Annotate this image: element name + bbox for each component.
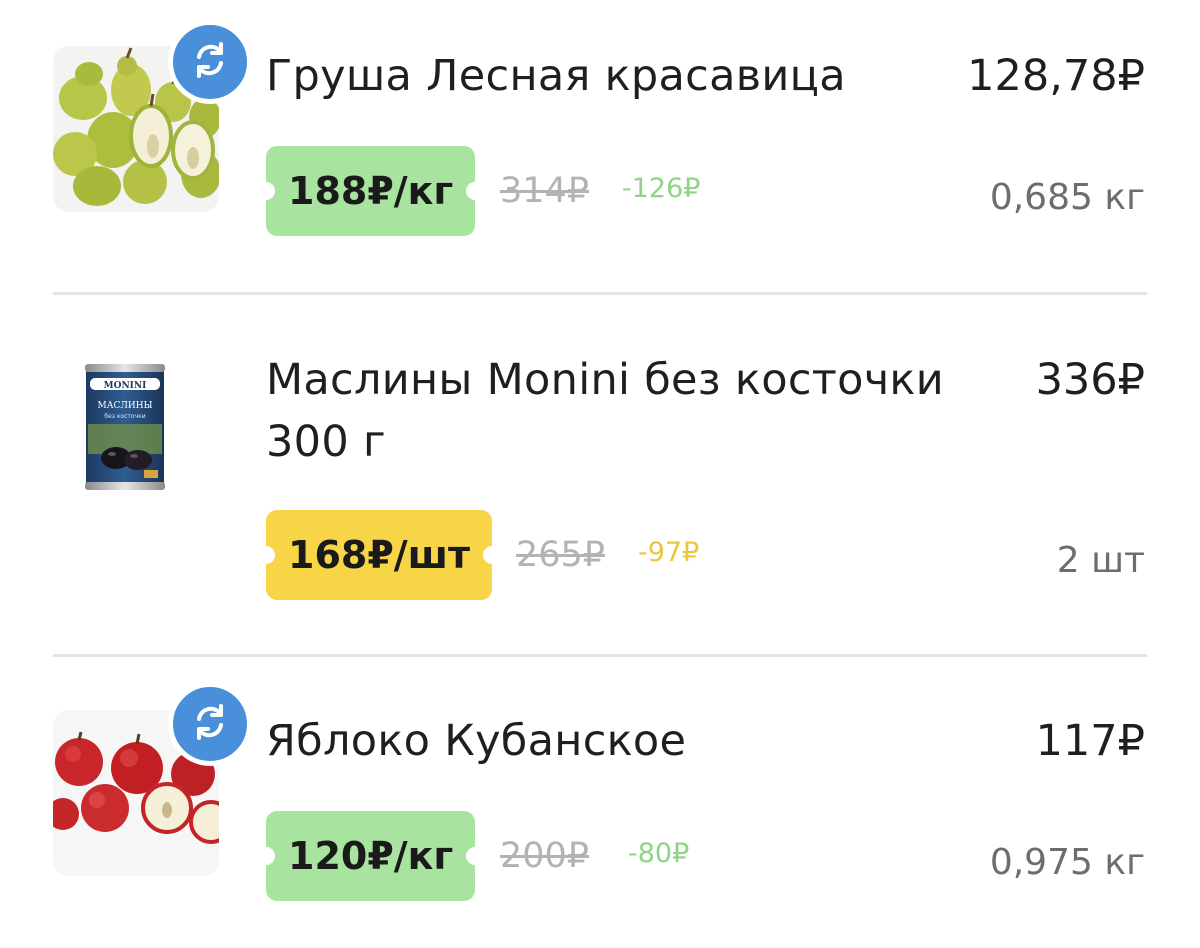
item-quantity: 0,975 кг — [989, 842, 1145, 883]
old-price: 265₽ — [516, 535, 606, 575]
item-quantity: 2 шт — [1056, 540, 1145, 581]
divider — [53, 654, 1147, 657]
item-total-price: 336₽ — [1035, 355, 1145, 405]
replacement-badge[interactable] — [168, 682, 252, 766]
replacement-badge[interactable] — [168, 20, 252, 104]
discount-amount: -80₽ — [628, 838, 690, 869]
swap-arrows-icon — [190, 702, 230, 746]
price-tag: 168₽/шт — [256, 510, 502, 600]
can-label-text: МАСЛИНЫ — [98, 401, 153, 411]
price-tag: 188₽/кг — [256, 146, 485, 236]
cart-item-pear[interactable]: Груша Лесная красавица 128,78₽ 188₽/кг 3… — [0, 0, 1200, 292]
old-price: 200₽ — [500, 836, 590, 876]
product-name[interactable]: Груша Лесная красавица — [266, 45, 846, 107]
cart-item-olives[interactable]: MONINI МАСЛИНЫ без косточки Маслины Moni… — [0, 296, 1200, 654]
item-quantity: 0,685 кг — [989, 177, 1145, 218]
can-brand-text: MONINI — [104, 381, 147, 391]
swap-arrows-icon — [190, 40, 230, 84]
item-total-price: 117₽ — [1035, 716, 1145, 766]
item-total-price: 128,78₽ — [967, 51, 1145, 101]
product-image-olives-can[interactable]: MONINI МАСЛИНЫ без косточки — [82, 362, 168, 494]
discount-amount: -97₽ — [638, 537, 700, 568]
divider — [53, 292, 1147, 295]
can-sublabel-text: без косточки — [104, 413, 145, 420]
price-tag: 120₽/кг — [256, 811, 485, 901]
discount-amount: -126₽ — [622, 173, 701, 204]
product-name[interactable]: Маслины Monini без косточки 300 г — [266, 349, 1006, 473]
old-price: 314₽ — [500, 171, 590, 211]
product-name[interactable]: Яблоко Кубанское — [266, 710, 686, 772]
cart-item-apple[interactable]: Яблоко Кубанское 117₽ 120₽/кг 200₽ -80₽ … — [0, 658, 1200, 948]
